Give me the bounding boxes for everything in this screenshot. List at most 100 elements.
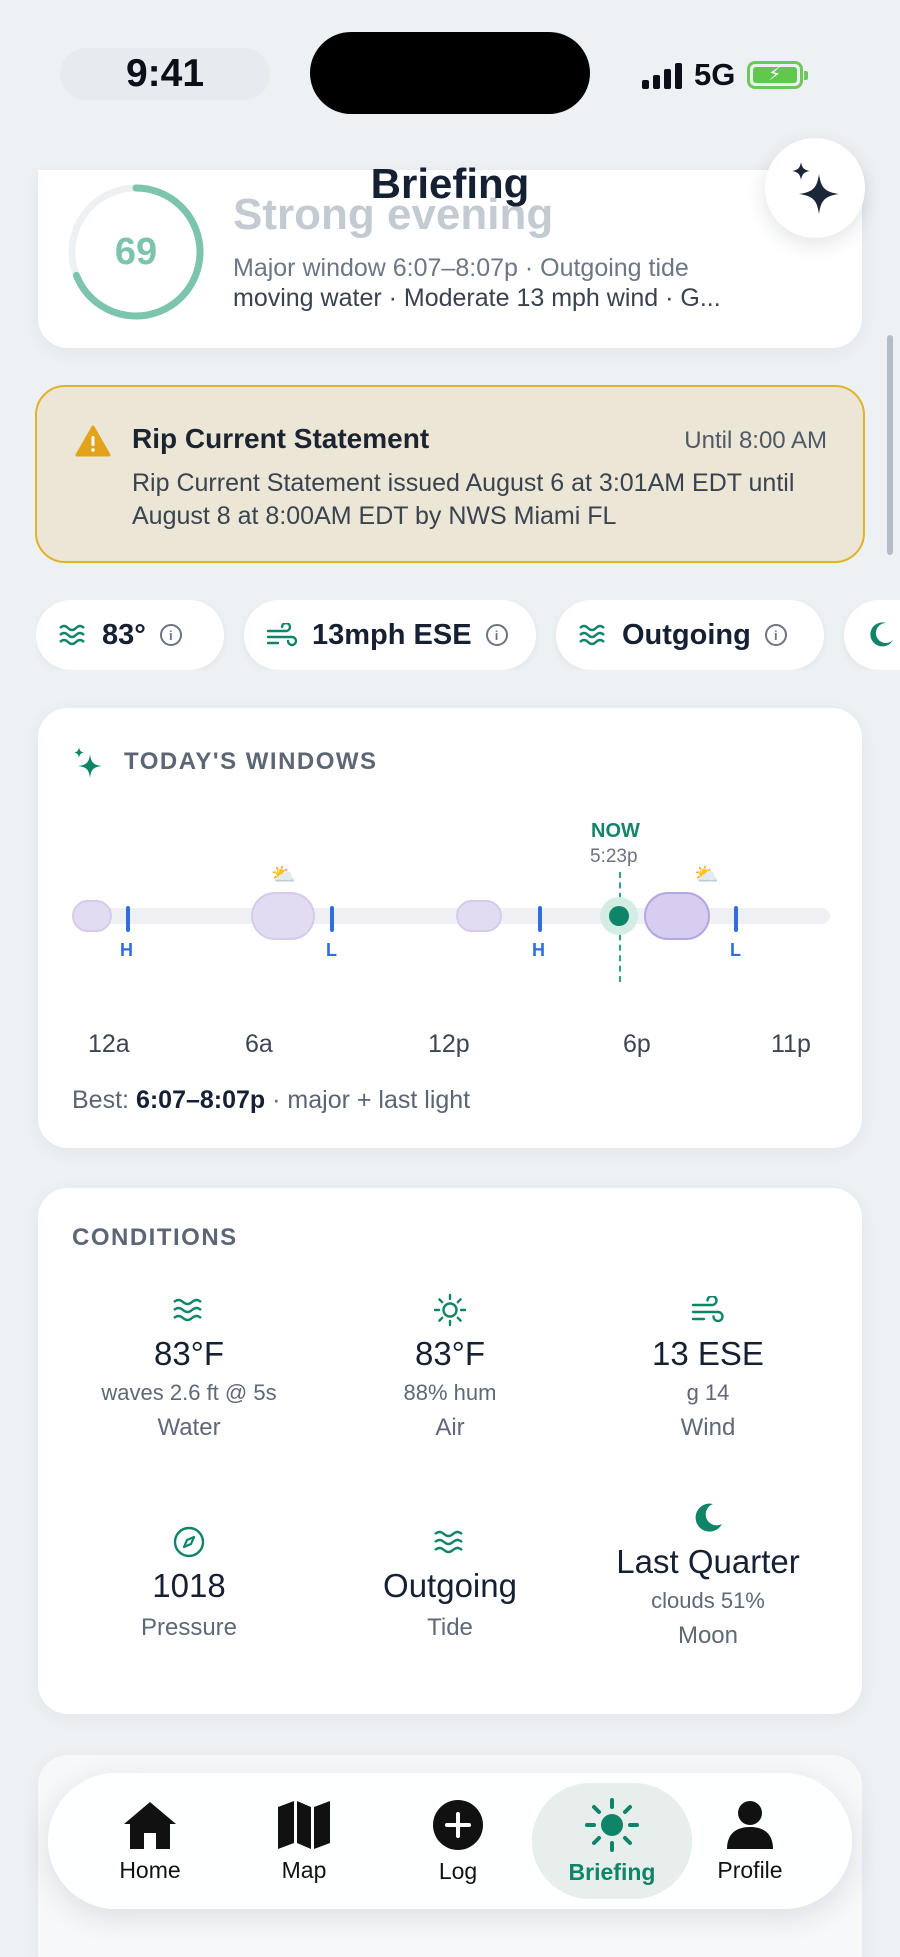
chip-wind[interactable]: 13mph ESE i [244, 600, 536, 670]
sunrise-icon: ⛅ [271, 864, 296, 886]
condition-label: Pressure [140, 1614, 238, 1641]
tide-high-mark [538, 906, 542, 932]
tab-label: Profile [717, 1856, 783, 1883]
score-summary-line1: Major window 6:07–8:07p · Outgoing tide [233, 254, 689, 282]
axis-label: 12a [88, 1030, 130, 1058]
info-icon[interactable]: i [159, 624, 182, 646]
window-pill-major[interactable] [251, 892, 315, 940]
condition-detail: clouds 51% [651, 1588, 765, 1613]
condition-value: 13 ESE [652, 1335, 764, 1372]
info-icon[interactable]: i [485, 624, 508, 646]
condition-value: Last Quarter [616, 1543, 800, 1580]
conditions-chip-row[interactable]: 83° i 13mph ESE i Outgoing i [36, 600, 900, 670]
chip-label: Outgoing [622, 618, 751, 651]
battery-icon: ⚡ [747, 61, 809, 89]
axis-label: 12p [428, 1030, 470, 1058]
condition-label: Water [157, 1414, 221, 1441]
tab-label: Briefing [568, 1858, 656, 1885]
waves-icon [173, 1298, 202, 1322]
sparkle-icon [792, 162, 839, 214]
best-window-summary: Best: 6:07–8:07p · major + last light [72, 1086, 470, 1115]
condition-label: Wind [680, 1414, 736, 1441]
tab-log[interactable]: Log [378, 1783, 538, 1899]
network-label: 5G [694, 57, 736, 92]
status-time: 9:41 [60, 48, 270, 100]
condition-value: 83°F [153, 1335, 225, 1372]
condition-water[interactable]: 83°F waves 2.6 ft @ 5s Water [59, 1292, 319, 1442]
dynamic-island [310, 32, 590, 114]
weather-alert-card[interactable]: Rip Current Statement Until 8:00 AM Rip … [35, 385, 865, 563]
condition-moon[interactable]: Last Quarter clouds 51% Moon [578, 1500, 838, 1650]
tide-low-label: L [730, 940, 741, 960]
chip-tide[interactable]: Outgoing i [556, 600, 824, 670]
condition-wind[interactable]: 13 ESE g 14 Wind [578, 1292, 838, 1442]
warning-icon [75, 425, 111, 457]
tab-label: Log [438, 1857, 478, 1884]
now-time: 5:23p [590, 846, 638, 867]
map-icon [278, 1800, 330, 1849]
wind-icon [691, 1296, 724, 1323]
condition-value: 1018 [152, 1567, 226, 1604]
day-timeline-track[interactable] [72, 908, 830, 924]
condition-air[interactable]: 83°F 88% hum Air [320, 1292, 580, 1442]
tab-label: Map [281, 1856, 327, 1883]
plus-circle-icon [433, 1799, 483, 1850]
chip-label: 13mph ESE [312, 618, 472, 651]
tide-high-mark [126, 906, 130, 932]
condition-tide[interactable]: Outgoing Tide [320, 1524, 580, 1642]
condition-detail: waves 2.6 ft @ 5s [101, 1380, 277, 1405]
chip-label: 83° [102, 618, 146, 651]
best-time: 6:07–8:07p [135, 1086, 266, 1114]
alert-until: Until 8:00 AM [684, 427, 827, 454]
window-pill-major-best[interactable] [644, 892, 710, 940]
condition-label: Moon [677, 1622, 739, 1649]
tab-label: Home [119, 1856, 181, 1883]
waves-icon [434, 1530, 463, 1554]
axis-label: 6p [623, 1030, 651, 1058]
score-summary-line2: moving water · Moderate 13 mph wind · G.… [233, 284, 721, 312]
window-pill-minor[interactable] [72, 900, 112, 932]
alert-body: Rip Current Statement issued August 6 at… [132, 469, 795, 530]
axis-label: 11p [771, 1030, 811, 1058]
sun-icon [585, 1797, 639, 1852]
waves-icon [59, 624, 85, 646]
tide-high-label: H [532, 940, 545, 960]
conditions-card[interactable]: CONDITIONS 83°F waves 2.6 ft @ 5s Water [38, 1188, 862, 1714]
status-indicators: 5G ⚡ [642, 55, 809, 95]
tab-profile[interactable]: Profile [670, 1783, 830, 1899]
compass-icon [173, 1526, 205, 1558]
sparkle-icon [74, 747, 102, 778]
tab-map[interactable]: Map [224, 1783, 384, 1899]
bottom-tab-bar[interactable]: Home Map Log Briefing Profile [48, 1773, 852, 1909]
waves-icon [579, 624, 605, 646]
condition-detail: 88% hum [403, 1380, 497, 1405]
condition-value: 83°F [414, 1335, 486, 1372]
sun-icon [433, 1293, 467, 1327]
tab-home[interactable]: Home [70, 1783, 230, 1899]
home-icon [124, 1801, 176, 1849]
condition-label: Tide [427, 1614, 473, 1641]
sunset-icon: ⛅ [694, 864, 719, 886]
condition-label: Air [435, 1414, 465, 1441]
todays-windows-card[interactable]: TODAY'S WINDOWS ⛅ ⛅ H L H L NOW 5:23p 12… [38, 708, 862, 1148]
tide-low-mark [734, 906, 738, 932]
tide-low-label: L [326, 940, 337, 960]
best-suffix: · major + last light [272, 1086, 471, 1114]
chip-moon[interactable] [844, 600, 900, 670]
scrollbar[interactable] [887, 335, 893, 555]
signal-icon [642, 61, 682, 89]
now-label: NOW [591, 820, 640, 842]
best-prefix: Best: [72, 1086, 129, 1114]
window-pill-minor[interactable] [456, 900, 502, 932]
section-title: CONDITIONS [72, 1224, 238, 1251]
section-title: TODAY'S WINDOWS [124, 748, 378, 775]
condition-pressure[interactable]: 1018 Pressure [59, 1524, 319, 1642]
tide-low-mark [330, 906, 334, 932]
condition-value: Outgoing [383, 1567, 517, 1604]
tab-briefing[interactable]: Briefing [532, 1783, 692, 1899]
info-icon[interactable]: i [764, 624, 787, 646]
chip-water-temp[interactable]: 83° i [36, 600, 224, 670]
now-dot [600, 897, 638, 935]
ai-sparkle-button[interactable] [765, 138, 865, 238]
axis-label: 6a [245, 1030, 273, 1058]
